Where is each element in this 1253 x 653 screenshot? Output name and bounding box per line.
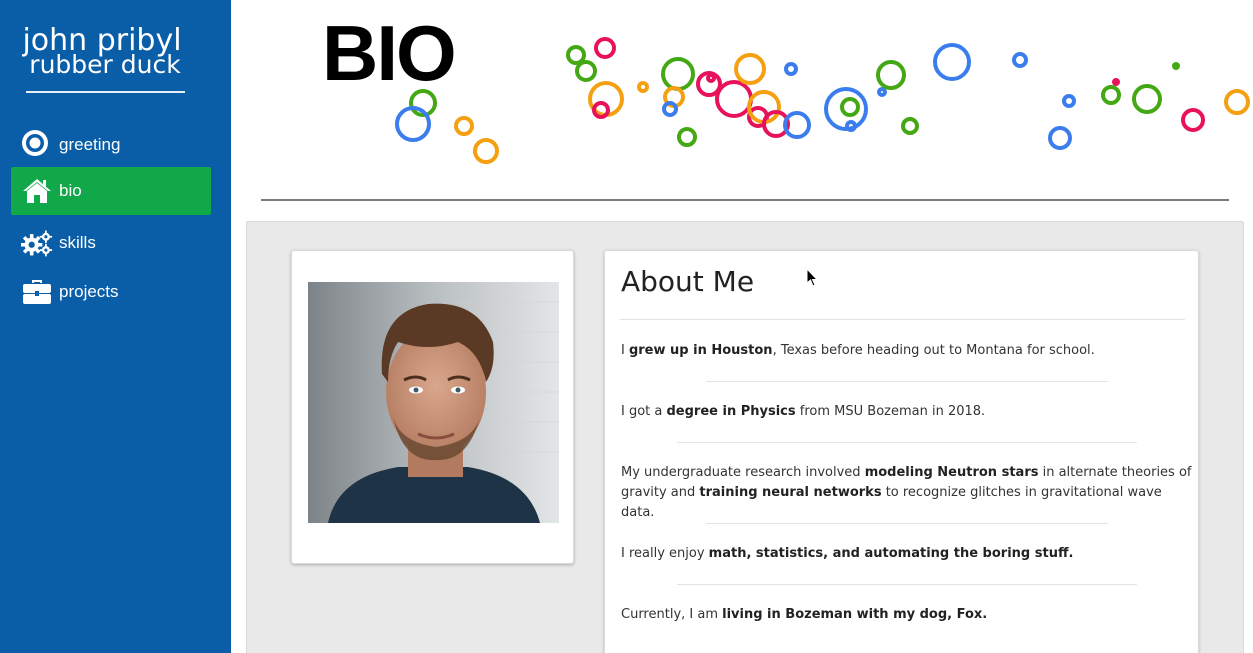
brand-tagline: rubber duck xyxy=(29,50,181,79)
nav-label-projects: projects xyxy=(59,282,119,301)
nav-label-skills: skills xyxy=(59,233,96,252)
briefcase-icon xyxy=(23,280,51,304)
sidebar: john pribyl rubber duck greeting bio ski… xyxy=(0,0,231,653)
bio-paragraph: I grew up in Houston, Texas before headi… xyxy=(621,341,1193,361)
nav-item-skills[interactable]: skills xyxy=(11,219,211,267)
bold-text: grew up in Houston xyxy=(628,343,773,358)
home-icon xyxy=(23,179,51,203)
about-title: About Me xyxy=(621,265,755,298)
bio-paragraph: I really enjoy math, statistics, and aut… xyxy=(621,544,1193,564)
bold-text: living in Bozeman with my dog, Fox. xyxy=(722,607,988,622)
paragraph-text: Currently, I am xyxy=(621,607,723,622)
paragraph-text: I got a xyxy=(621,404,667,419)
nav-item-projects[interactable]: projects xyxy=(11,268,211,316)
about-divider xyxy=(620,319,1185,320)
dot-circle-icon xyxy=(22,130,48,156)
nav-label-greeting: greeting xyxy=(59,135,121,154)
paragraph-text: from MSU Bozeman in 2018. xyxy=(795,404,986,419)
paragraph-text: I xyxy=(621,343,629,358)
nav-label-bio: bio xyxy=(59,181,82,200)
page-title: BIO xyxy=(322,9,457,97)
paragraph-text: I really enjoy xyxy=(621,546,709,561)
brand-logo[interactable]: john pribyl rubber duck xyxy=(14,24,190,78)
nav-item-bio[interactable]: bio xyxy=(11,167,211,215)
bold-text: training neural networks xyxy=(699,485,882,500)
brand-underline xyxy=(26,91,185,93)
bold-text: math, statistics, and automating the bor… xyxy=(708,546,1074,561)
bio-paragraph: I got a degree in Physics from MSU Bozem… xyxy=(621,402,1193,422)
profile-photo xyxy=(308,282,559,523)
bio-paragraph: My undergraduate research involved model… xyxy=(621,463,1193,523)
bold-text: modeling Neutron stars xyxy=(864,465,1039,480)
paragraph-text: My undergraduate research involved xyxy=(621,465,865,480)
paragraph-separator xyxy=(677,442,1137,443)
bio-paragraph: Currently, I am living in Bozeman with m… xyxy=(621,605,1193,625)
paragraph-separator xyxy=(706,523,1108,524)
header-divider xyxy=(261,199,1229,201)
mouse-cursor-icon xyxy=(806,268,819,287)
bold-text: degree in Physics xyxy=(666,404,796,419)
nav-item-greeting[interactable]: greeting xyxy=(11,121,211,169)
about-card: About Me I grew up in Houston, Texas bef… xyxy=(604,250,1199,653)
paragraph-separator xyxy=(706,381,1108,382)
gears-icon xyxy=(21,230,53,257)
paragraph-separator xyxy=(677,584,1137,585)
photo-card xyxy=(291,250,574,564)
paragraph-text: , Texas before heading out to Montana fo… xyxy=(772,343,1095,358)
